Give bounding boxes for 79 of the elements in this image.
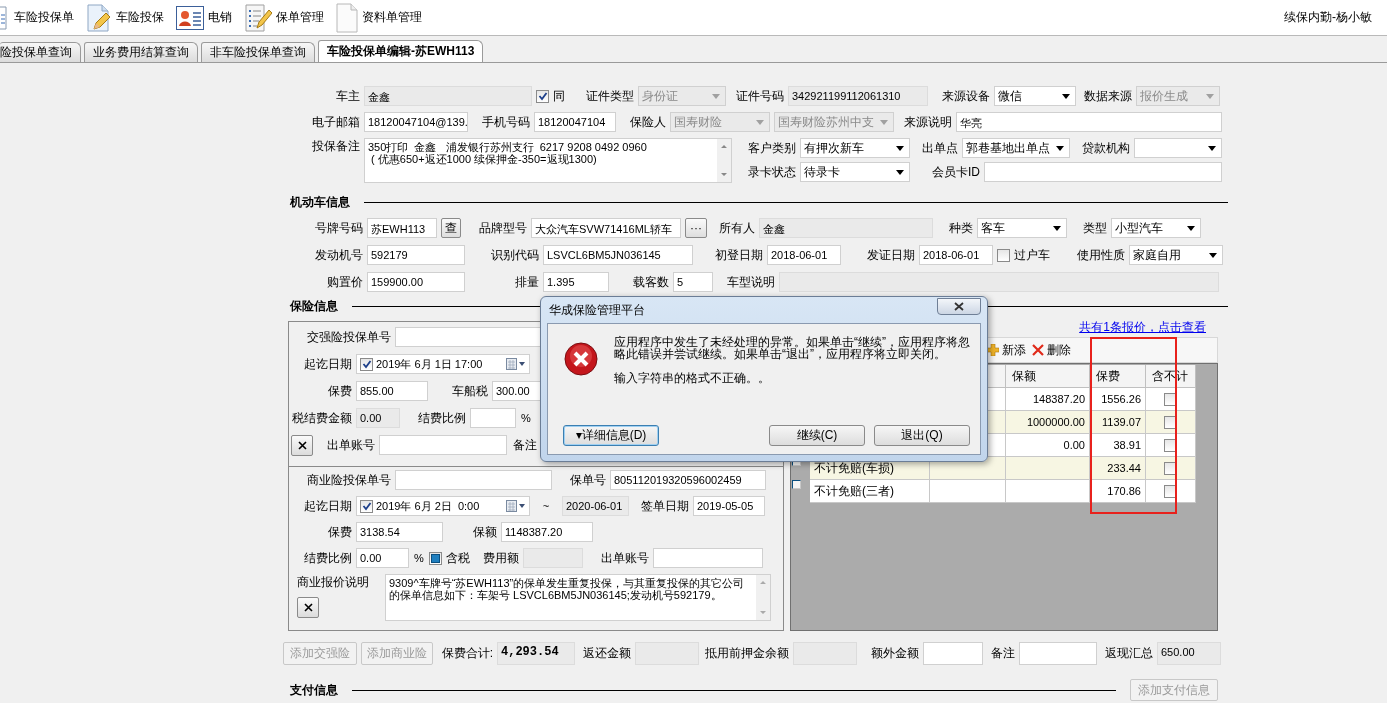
field-label: 结费比例 <box>303 549 352 567</box>
checkbox-label: 过户车 <box>1014 246 1050 264</box>
table-cell: 0.00 <box>1006 434 1090 457</box>
field-label: 证件类型 <box>585 87 634 105</box>
field-label: 会员卡ID <box>931 163 980 181</box>
field-label: 识别代码 <box>490 246 539 264</box>
table-cell: 1556.26 <box>1090 388 1146 411</box>
table-cell: 不计免赔(三者) <box>810 480 930 503</box>
checkbox-label: 含税 <box>446 549 470 567</box>
field-label: 来源说明 <box>903 113 952 131</box>
field-label: 备注 <box>990 645 1015 662</box>
unit-label: % <box>413 552 425 564</box>
field-label: 备注 <box>512 436 537 454</box>
checkbox-label: 同 <box>553 87 565 105</box>
field-label: 发证日期 <box>866 246 915 264</box>
field-label: 车船税 <box>451 382 488 400</box>
field-label: 客户类别 <box>747 139 796 157</box>
field-label: 出单账号 <box>326 436 375 454</box>
field-label: 保额 <box>472 523 497 541</box>
field-label: 购置价 <box>326 273 363 291</box>
table-cell: 148387.20 <box>1006 388 1090 411</box>
table-cell: 1139.07 <box>1090 411 1146 434</box>
error-detail: 输入字符串的格式不正确。。 <box>614 372 771 384</box>
field-label: 载客数 <box>632 273 669 291</box>
field-label: 出单账号 <box>600 549 649 567</box>
unit-label: ~ <box>541 500 551 512</box>
field-label: 返现汇总 <box>1104 645 1153 662</box>
field-label: 费用额 <box>482 549 519 567</box>
field-label: 排量 <box>514 273 539 291</box>
field-label: 商业险投保单号 <box>306 471 391 489</box>
field-label: 证件号码 <box>735 87 784 105</box>
field-label: 类型 <box>1082 219 1107 237</box>
unit-label: % <box>520 412 532 424</box>
field-label: 车型说明 <box>726 273 775 291</box>
section-heading: 保险信息 <box>290 298 338 315</box>
field-label: 起讫日期 <box>303 497 352 515</box>
table-cell: 170.86 <box>1090 480 1146 503</box>
table-cell: 1000000.00 <box>1006 411 1090 434</box>
field-label: 初登日期 <box>714 246 763 264</box>
field-label: 保费 <box>327 382 352 400</box>
field-label: 使用性质 <box>1076 246 1125 264</box>
field-label: 发动机号 <box>314 246 363 264</box>
user-name: 续保内勤-杨小敏 <box>1284 9 1372 26</box>
field-label: 录卡状态 <box>747 163 796 181</box>
field-label: 保单号 <box>569 471 606 489</box>
field-label: 保费 <box>327 523 352 541</box>
field-label: 商业报价说明 <box>297 574 369 591</box>
table-cell: 38.91 <box>1090 434 1146 457</box>
field-label: 车主 <box>335 87 360 105</box>
field-label: 种类 <box>948 219 973 237</box>
section-heading: 支付信息 <box>290 681 338 699</box>
dialog-title: 华成保险管理平台 <box>548 301 645 319</box>
field-label: 手机号码 <box>481 113 530 131</box>
column-header: 保额 <box>1006 365 1090 388</box>
field-label: 投保备注 <box>311 138 360 155</box>
field-label: 签单日期 <box>640 497 689 515</box>
field-label: 保费合计: <box>440 645 493 662</box>
field-label: 交强险投保单号 <box>306 328 391 346</box>
field-label: 税结费金额 <box>291 409 352 427</box>
field-label: 抵用前押金余额 <box>704 645 789 662</box>
field-label: 数据来源 <box>1083 87 1132 105</box>
field-label: 来源设备 <box>941 87 990 105</box>
total-amount: 4,293.54 <box>497 642 575 665</box>
field-label: 所有人 <box>718 219 755 237</box>
field-label: 贷款机构 <box>1081 139 1130 157</box>
field-label: 结费比例 <box>417 409 466 427</box>
error-message: 应用程序中发生了未经处理的异常。如果单击“继续”，应用程序将忽略此错误并尝试继续。如果单击“退出”，应用程序将立即关闭。 <box>614 336 970 360</box>
table-cell: 233.44 <box>1090 457 1146 480</box>
field-label: 品牌型号 <box>478 219 527 237</box>
field-label: 电子邮箱 <box>311 113 360 131</box>
column-header: 保费 <box>1090 365 1146 388</box>
column-header: 含不计 <box>1146 365 1196 388</box>
field-label: 保险人 <box>629 113 666 131</box>
field-label: 号牌号码 <box>314 219 363 237</box>
field-label: 起讫日期 <box>303 355 352 373</box>
field-label: 额外金额 <box>870 645 919 662</box>
field-label: 返还金额 <box>582 645 631 662</box>
section-heading: 机动车信息 <box>290 194 350 211</box>
field-label: 出单点 <box>921 139 958 157</box>
